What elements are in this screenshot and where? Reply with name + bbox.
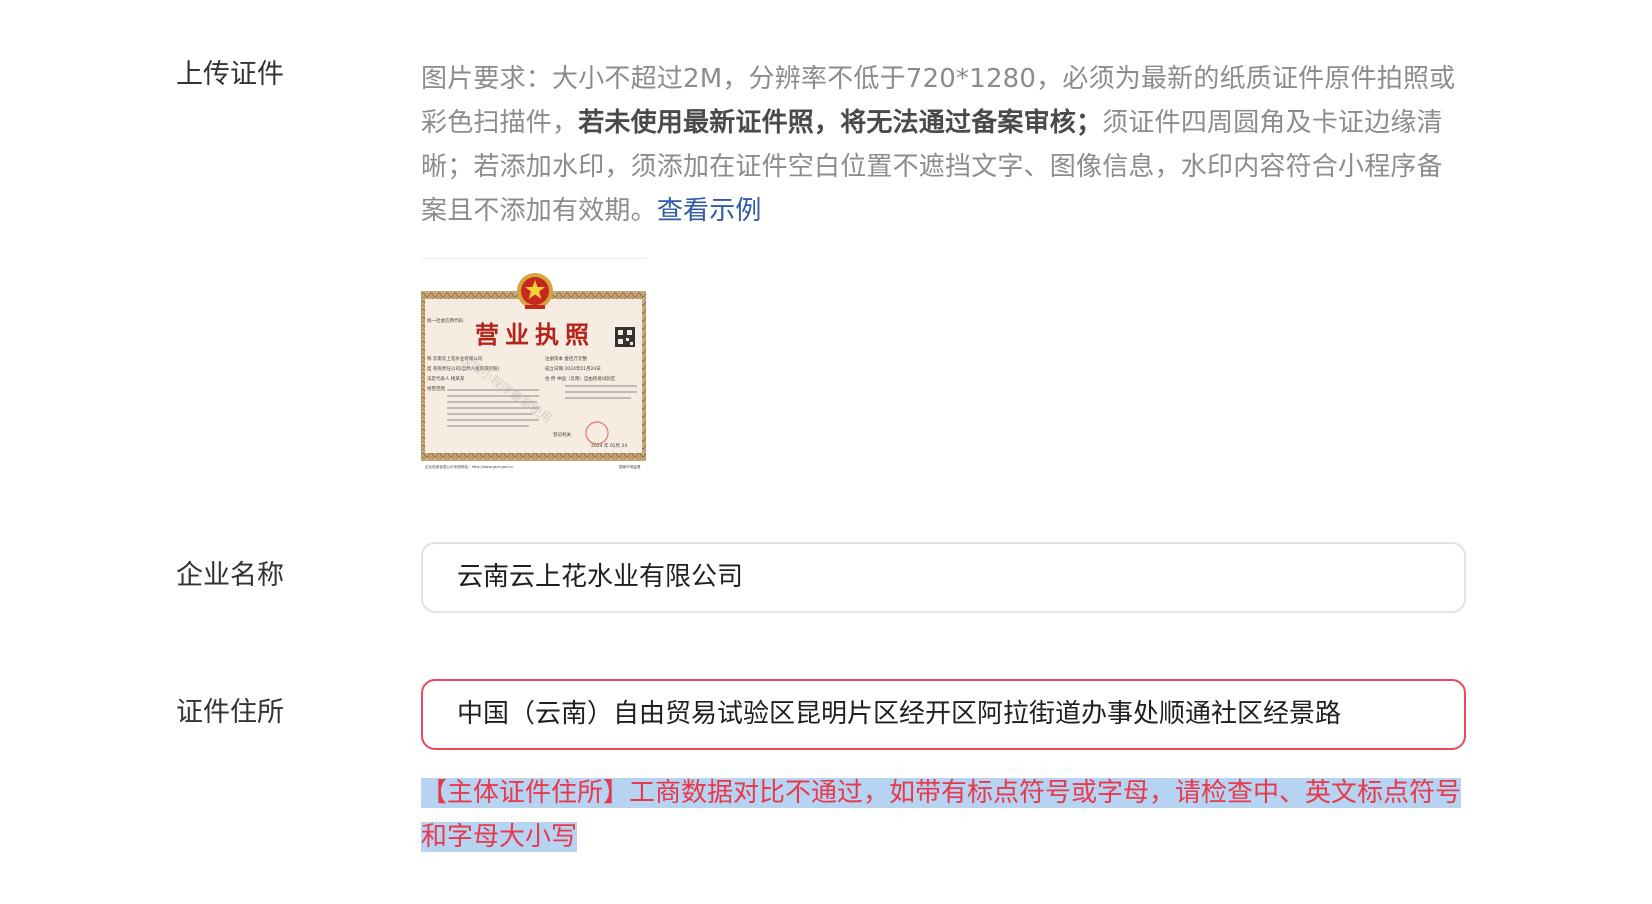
qr-code-icon <box>615 327 635 347</box>
company-name-input[interactable]: 云南云上花水业有限公司 <box>421 542 1466 613</box>
upload-label: 上传证件 <box>176 59 284 90</box>
license-addr-row: 住 所 中国（云南）自由贸易试验区 <box>545 375 616 382</box>
requirements-warning: 若未使用最新证件照，将无法通过备案审核； <box>578 108 1103 138</box>
license-bottom-date: 2024 年 01月 24 <box>591 442 627 449</box>
license-date-row: 成立日期 2024年01月24日 <box>545 365 601 372</box>
filing-form: 上传证件 图片要求：大小不超过2M，分辨率不低于720*1280，必须为最新的纸… <box>0 0 1652 904</box>
address-error-message: 【主体证件住所】工商数据对比不通过，如带有标点符号或字母，请检查中、英文标点符号… <box>421 771 1466 859</box>
certificate-address-label: 证件住所 <box>176 697 284 728</box>
license-scope-row: 经营范围 <box>427 385 445 392</box>
license-rep-row: 法定代表人 杨某某 <box>427 375 465 382</box>
license-footer-left: 企业信用信息公示系统网址：http://www.gsxt.gov.cn <box>425 464 513 469</box>
license-capital-row: 注册资本 壹佰万元整 <box>545 355 587 362</box>
error-message-text: 【主体证件住所】工商数据对比不通过，如带有标点符号或字母，请检查中、英文标点符号… <box>421 778 1462 852</box>
view-example-link[interactable]: 查看示例 <box>657 196 762 226</box>
license-title: 营业执照 <box>475 320 595 349</box>
company-name-label: 企业名称 <box>176 560 284 591</box>
upload-requirements: 图片要求：大小不超过2M，分辨率不低于720*1280，必须为最新的纸质证件原件… <box>421 57 1466 233</box>
license-credit-code: 统一社会信用代码 <box>427 317 463 324</box>
license-footer-right: 国家市场监督 <box>619 464 641 469</box>
license-authority: 登记机关 <box>553 431 571 438</box>
certificate-address-input[interactable]: 中国（云南）自由贸易试验区昆明片区经开区阿拉街道办事处顺通社区经景路 <box>421 679 1466 750</box>
uploaded-license-image[interactable]: 营业执照 统一社会信用代码 称 云南云上花水业有限公司 型 有限责任公司(自然人… <box>421 258 646 470</box>
national-emblem-icon <box>517 273 553 309</box>
